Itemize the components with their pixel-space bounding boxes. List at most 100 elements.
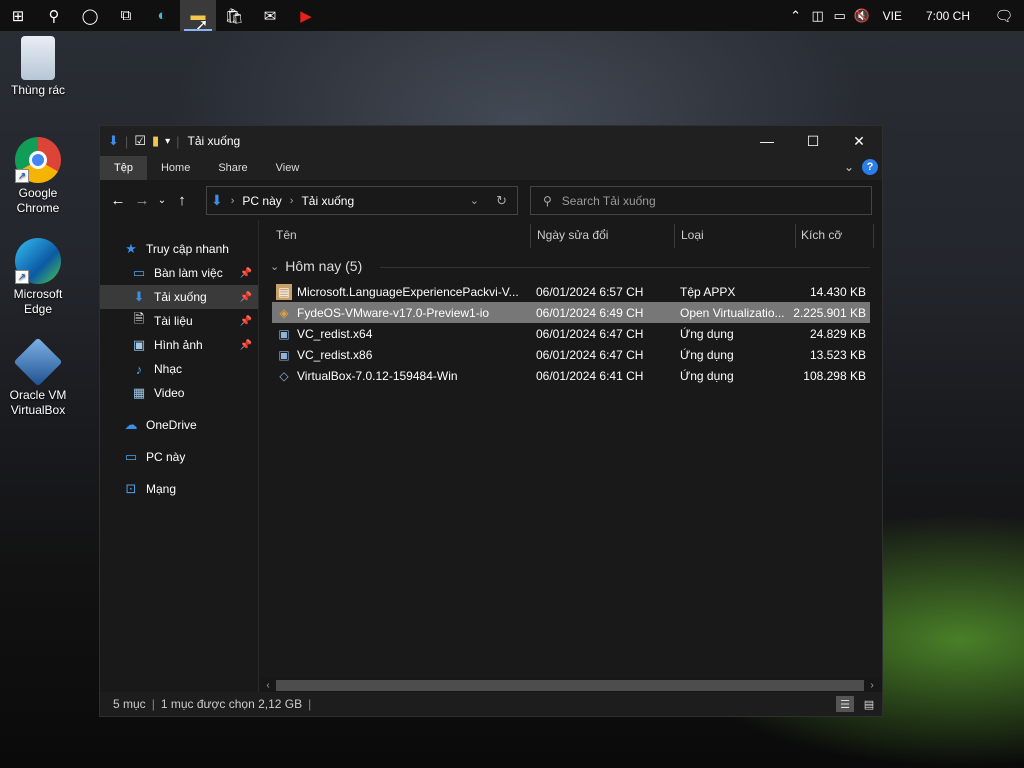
- breadcrumb-downloads[interactable]: Tải xuống: [301, 194, 354, 208]
- sidebar-item-downloads[interactable]: ⬇ Tải xuống 📌: [100, 285, 258, 309]
- address-dropdown-icon[interactable]: ⌄: [470, 194, 479, 207]
- back-button[interactable]: ←: [106, 185, 130, 215]
- column-separator[interactable]: [530, 224, 531, 248]
- chrome-icon: ↗: [15, 137, 61, 183]
- sidebar-item-pictures[interactable]: ▣ Hình ảnh 📌: [100, 333, 258, 357]
- column-separator[interactable]: [873, 224, 874, 248]
- desktop-icon-recycle-bin[interactable]: Thùng rác: [4, 36, 72, 98]
- scroll-left-icon[interactable]: ‹: [260, 680, 276, 691]
- task-view-button[interactable]: ⧉: [108, 0, 144, 31]
- scrollbar-thumb[interactable]: [276, 680, 864, 691]
- sidebar-item-label: Nhạc: [154, 362, 183, 376]
- column-header-date[interactable]: Ngày sửa đổi: [537, 228, 608, 242]
- arrow-left-icon: ←: [110, 191, 126, 209]
- file-list: Tên Ngày sửa đổi Loại Kích cỡ ⌄ Hôm nay …: [270, 220, 876, 678]
- search-box[interactable]: ⚲ Search Tải xuống: [530, 186, 872, 215]
- table-row[interactable]: ▣ VC_redist.x64 06/01/2024 6:47 CH Ứng d…: [272, 323, 870, 344]
- volume-muted-icon[interactable]: 🔇: [851, 0, 873, 31]
- tab-view[interactable]: View: [262, 156, 314, 180]
- desktop-icon-edge[interactable]: ↗ Microsoft Edge: [4, 238, 72, 317]
- pin-icon[interactable]: 📌: [240, 340, 252, 351]
- pin-icon[interactable]: 📌: [240, 316, 252, 327]
- start-button[interactable]: ⊞: [0, 0, 36, 31]
- sidebar-item-label: OneDrive: [146, 418, 197, 432]
- task-view-icon: ⧉: [120, 7, 132, 24]
- store-taskbar-button[interactable]: 🛍: [216, 0, 252, 31]
- column-header-type[interactable]: Loại: [681, 228, 704, 242]
- navigation-pane: ★ Truy cập nhanh ▭ Bàn làm việc 📌 ⬇ Tải …: [100, 220, 258, 692]
- address-bar[interactable]: ⬇ › PC này › Tải xuống ⌄ ↻: [206, 186, 518, 215]
- close-button[interactable]: ✕: [836, 126, 882, 156]
- large-icons-view-icon[interactable]: ▤: [860, 696, 878, 712]
- details-view-icon[interactable]: ☰: [836, 696, 854, 712]
- title-bar: ⬇ | ☑ ▮ ▾ | Tải xuống — ☐ ✕: [100, 126, 882, 156]
- column-header-size[interactable]: Kích cỡ: [801, 228, 842, 242]
- file-size: 13.523 KB: [809, 347, 866, 362]
- file-type: Tệp APPX: [680, 284, 736, 299]
- clock[interactable]: 7:00 CH: [912, 9, 984, 23]
- pane-divider[interactable]: [258, 220, 259, 692]
- column-header-name[interactable]: Tên: [276, 228, 297, 242]
- column-separator[interactable]: [674, 224, 675, 248]
- table-row[interactable]: ◇ VirtualBox-7.0.12-159484-Win 06/01/202…: [272, 365, 870, 386]
- sidebar-item-quick-access[interactable]: ★ Truy cập nhanh: [100, 237, 258, 261]
- file-date: 06/01/2024 6:41 CH: [536, 368, 644, 383]
- chevron-down-icon: ⌄: [270, 260, 280, 273]
- sidebar-item-documents[interactable]: 🗎 Tài liệu 📌: [100, 309, 258, 333]
- window-title: Tải xuống: [187, 134, 241, 148]
- new-folder-icon[interactable]: ▮: [152, 133, 159, 149]
- network-tray-icon[interactable]: ▭: [829, 0, 851, 31]
- pin-icon[interactable]: 📌: [240, 268, 252, 279]
- sidebar-item-onedrive[interactable]: ☁ OneDrive: [100, 413, 258, 437]
- sidebar-item-desktop[interactable]: ▭ Bàn làm việc 📌: [100, 261, 258, 285]
- group-header-today[interactable]: ⌄ Hôm nay (5): [270, 258, 362, 274]
- cortana-button[interactable]: ◯: [72, 0, 108, 31]
- tab-share[interactable]: Share: [204, 156, 261, 180]
- expand-ribbon-icon[interactable]: ⌄: [844, 160, 854, 174]
- maximize-button[interactable]: ☐: [790, 126, 836, 156]
- scroll-right-icon[interactable]: ›: [864, 680, 880, 691]
- notification-icon[interactable]: 🗨: [984, 0, 1024, 31]
- forward-button[interactable]: →: [130, 185, 154, 215]
- up-button[interactable]: ↑: [170, 185, 194, 215]
- table-row[interactable]: ▣ VC_redist.x86 06/01/2024 6:47 CH Ứng d…: [272, 344, 870, 365]
- customize-qat-icon[interactable]: ▾: [165, 136, 170, 147]
- download-icon: ⬇: [133, 289, 145, 304]
- virtualbox-installer-icon: ◇: [279, 368, 289, 383]
- language-indicator[interactable]: VIE: [873, 9, 912, 23]
- sidebar-item-video[interactable]: ▦ Video: [100, 381, 258, 405]
- sidebar-item-network[interactable]: ⊡ Mạng: [100, 477, 258, 501]
- recent-locations-button[interactable]: ⌄: [154, 185, 170, 215]
- meet-now-icon[interactable]: ◫: [807, 0, 829, 31]
- file-type: Open Virtualizatio...: [680, 305, 785, 320]
- tab-home[interactable]: Home: [147, 156, 204, 180]
- file-explorer-window: ⬇ | ☑ ▮ ▾ | Tải xuống — ☐ ✕ Tệp Home Sha…: [99, 125, 883, 717]
- sidebar-item-music[interactable]: ♪ Nhạc: [100, 357, 258, 381]
- group-title: Hôm nay (5): [285, 258, 363, 274]
- help-icon[interactable]: ?: [862, 159, 878, 175]
- desktop-icon-virtualbox[interactable]: Oracle VM VirtualBox: [4, 337, 72, 418]
- chevron-up-icon[interactable]: ⌃: [785, 0, 807, 31]
- sidebar-item-label: Bàn làm việc: [154, 266, 223, 280]
- desktop-icon-chrome[interactable]: ↗ Google Chrome: [4, 137, 72, 216]
- table-row[interactable]: ▤ Microsoft.LanguageExperiencePackvi-V..…: [272, 281, 870, 302]
- column-headers: Tên Ngày sửa đổi Loại Kích cỡ: [270, 220, 876, 250]
- close-icon: ✕: [853, 132, 865, 149]
- youtube-taskbar-button[interactable]: ▶: [288, 0, 324, 31]
- star-icon: ★: [125, 241, 137, 256]
- file-type: Ứng dụng: [680, 347, 734, 362]
- tab-file[interactable]: Tệp: [100, 156, 147, 180]
- breadcrumb-pc[interactable]: PC này: [242, 194, 281, 208]
- minimize-button[interactable]: —: [744, 126, 790, 156]
- edge-taskbar-button[interactable]: ◐: [144, 0, 180, 31]
- mail-taskbar-button[interactable]: ✉: [252, 0, 288, 31]
- column-separator[interactable]: [795, 224, 796, 248]
- breadcrumb-separator: ›: [230, 194, 235, 207]
- sidebar-item-this-pc[interactable]: ▭ PC này: [100, 445, 258, 469]
- table-row[interactable]: ◈ FydeOS-VMware-v17.0-Preview1-io 06/01/…: [272, 302, 870, 323]
- properties-icon[interactable]: ☑: [134, 133, 146, 149]
- file-size: 14.430 KB: [809, 284, 866, 299]
- pin-icon[interactable]: 📌: [240, 292, 252, 303]
- refresh-icon[interactable]: ↻: [496, 193, 507, 209]
- search-button[interactable]: ⚲: [36, 0, 72, 31]
